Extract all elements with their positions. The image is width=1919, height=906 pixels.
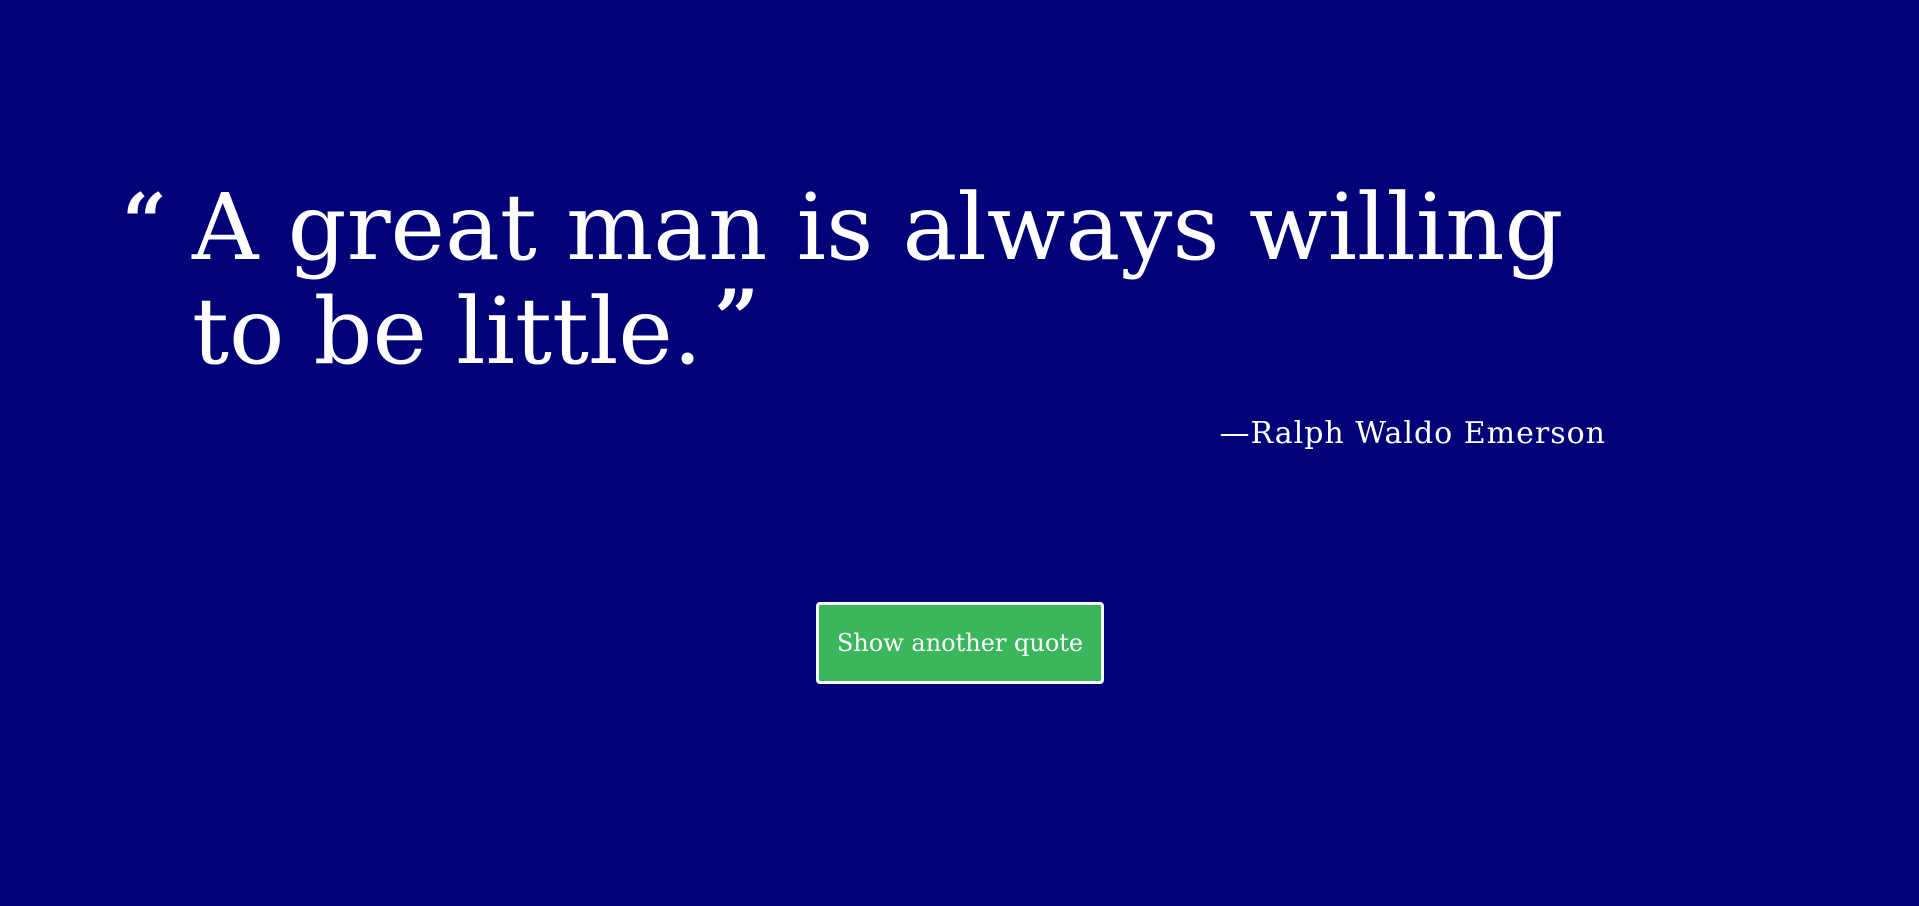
quote-text: A great man is always willing to be litt… <box>192 174 1564 385</box>
quote-author: —Ralph Waldo Emerson <box>1219 416 1606 451</box>
quote-text-container: A great man is always willing to be litt… <box>122 176 1682 384</box>
quote-box: “ A great man is always willing to be li… <box>122 176 1682 384</box>
show-another-quote-button[interactable]: Show another quote <box>816 602 1104 684</box>
close-quote-icon: ” <box>714 273 759 364</box>
button-container: Show another quote <box>816 602 1104 684</box>
quote-page: “ A great man is always willing to be li… <box>0 0 1919 906</box>
